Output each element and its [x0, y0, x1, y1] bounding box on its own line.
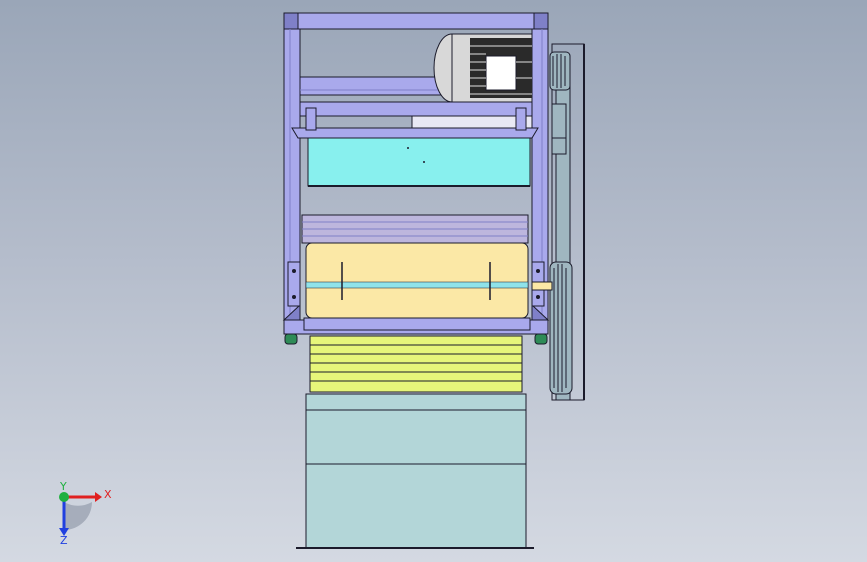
triad-y-label: Y	[59, 480, 67, 493]
electric-motor[interactable]	[433, 33, 533, 103]
hopper-bracket-left	[305, 107, 317, 131]
frame-top-corner-right	[533, 12, 549, 30]
hopper-body	[307, 137, 531, 187]
grille-body	[309, 335, 523, 393]
belt-tensioner	[551, 137, 567, 155]
roller-center-band	[305, 281, 529, 289]
belt-idler	[551, 103, 567, 141]
base-cabinet[interactable]	[296, 393, 534, 549]
cad-model-scene[interactable]: X Y Z	[0, 0, 867, 562]
triad-z-label: Z	[60, 534, 68, 547]
roller-pulley	[549, 261, 573, 395]
base-cabinet-top	[305, 393, 527, 411]
hopper-flange	[291, 127, 539, 139]
roller-shaft-end	[531, 281, 553, 291]
triad-x-arrowhead	[95, 492, 102, 502]
frame-top-corner-left	[283, 12, 299, 30]
motor-rail-shaft	[411, 115, 533, 129]
base-cabinet-lower-panel	[305, 463, 527, 549]
frame-foot-left	[284, 333, 298, 345]
motor-terminal-box	[485, 55, 517, 91]
triad-y-axis-point	[59, 492, 69, 502]
base-cabinet-upper-panel	[305, 409, 527, 465]
crushing-roller[interactable]	[303, 242, 531, 331]
discharge-grille[interactable]	[309, 335, 523, 393]
roller-body	[305, 242, 529, 319]
cad-viewport[interactable]: X Y Z	[0, 0, 867, 562]
orientation-triad: X Y Z	[59, 480, 112, 547]
motor-rail-lower	[299, 101, 533, 117]
frame-foot-right	[534, 333, 548, 345]
frame-top-beam	[283, 12, 549, 30]
triad-shadow	[64, 502, 92, 530]
roller-bottom-lip	[303, 317, 531, 331]
roller-side-plate-left	[287, 261, 301, 307]
hopper-bracket-right	[515, 107, 527, 131]
triad-x-label: X	[104, 488, 112, 501]
